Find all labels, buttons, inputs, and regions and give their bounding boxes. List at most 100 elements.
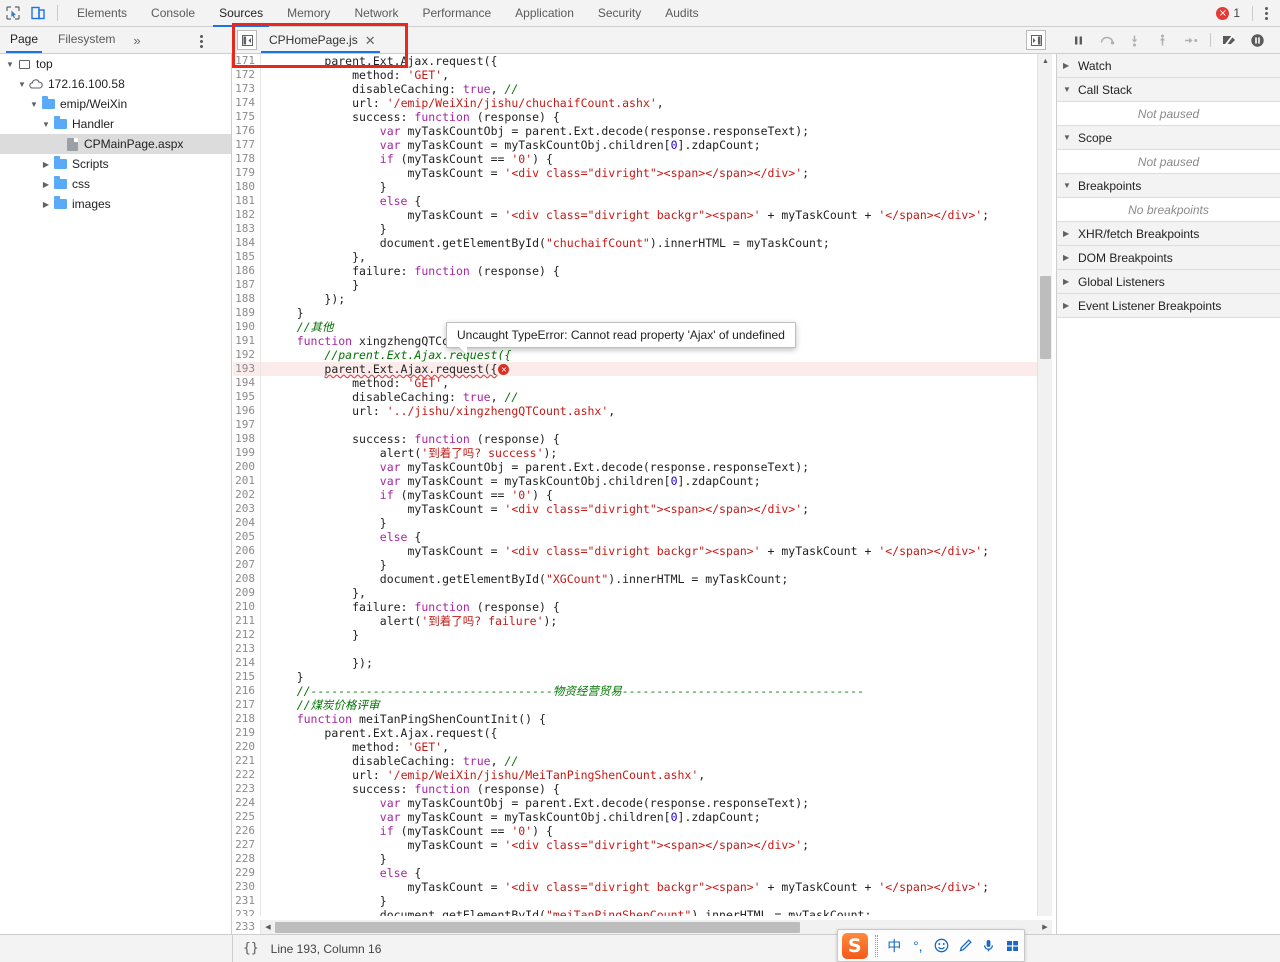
tree-item-top[interactable]: ▼ top: [0, 54, 231, 74]
ime-punctuation-button[interactable]: °,: [906, 930, 930, 961]
chevron-right-icon[interactable]: ▶: [40, 160, 52, 169]
line-number[interactable]: 220: [233, 740, 261, 754]
tree-item-handler[interactable]: ▼ Handler: [0, 114, 231, 134]
tab-audits[interactable]: Audits: [653, 0, 710, 27]
code-line[interactable]: 215 }: [233, 670, 1052, 684]
source-code-editor[interactable]: 171 parent.Ext.Ajax.request({172 method:…: [233, 54, 1052, 916]
line-number[interactable]: 212: [233, 628, 261, 642]
collapse-navigator-icon[interactable]: [237, 30, 257, 50]
device-toolbar-icon[interactable]: [26, 0, 52, 26]
chevron-right-icon[interactable]: ▶: [40, 180, 52, 189]
line-number[interactable]: 178: [233, 152, 261, 166]
code-line[interactable]: 208 document.getElementById("XGCount").i…: [233, 572, 1052, 586]
line-number[interactable]: 196: [233, 404, 261, 418]
tab-performance[interactable]: Performance: [410, 0, 503, 27]
code-line[interactable]: 199 alert('到着了吗? success');: [233, 446, 1052, 460]
deactivate-breakpoints-icon[interactable]: [1217, 28, 1243, 52]
code-line[interactable]: 211 alert('到着了吗? failure');: [233, 614, 1052, 628]
tree-item-emip-weixin[interactable]: ▼ emip/WeiXin: [0, 94, 231, 114]
section-dom-breakpoints[interactable]: ▶ DOM Breakpoints: [1057, 246, 1280, 270]
tab-application[interactable]: Application: [503, 0, 586, 27]
line-number[interactable]: 221: [233, 754, 261, 768]
code-line[interactable]: 203 myTaskCount = '<div class="divright"…: [233, 502, 1052, 516]
line-number[interactable]: 171: [233, 54, 261, 68]
pause-on-exceptions-icon[interactable]: [1245, 28, 1271, 52]
tab-console[interactable]: Console: [139, 0, 207, 27]
code-line[interactable]: 182 myTaskCount = '<div class="divright …: [233, 208, 1052, 222]
code-line[interactable]: 197: [233, 418, 1052, 432]
step-into-icon[interactable]: [1122, 28, 1148, 52]
line-number[interactable]: 185: [233, 250, 261, 264]
scroll-up-arrow-icon[interactable]: ▲: [1038, 54, 1053, 68]
line-number[interactable]: 209: [233, 586, 261, 600]
nav-tab-filesystem[interactable]: Filesystem: [48, 27, 125, 53]
code-line[interactable]: 178 if (myTaskCount == '0') {: [233, 152, 1052, 166]
line-number[interactable]: 232: [233, 908, 261, 916]
inspect-cursor-icon[interactable]: [0, 0, 26, 26]
ime-language-button[interactable]: 中: [882, 930, 906, 961]
tab-sources[interactable]: Sources: [207, 0, 275, 27]
line-number[interactable]: 197: [233, 418, 261, 432]
code-line[interactable]: 196 url: '../jishu/xingzhengQTCount.ashx…: [233, 404, 1052, 418]
line-number[interactable]: 176: [233, 124, 261, 138]
line-number[interactable]: 198: [233, 432, 261, 446]
expand-panel-icon[interactable]: [1026, 30, 1046, 50]
code-line[interactable]: 185 },: [233, 250, 1052, 264]
code-line[interactable]: 173 disableCaching: true, //: [233, 82, 1052, 96]
code-line[interactable]: 212 }: [233, 628, 1052, 642]
inline-error-icon[interactable]: ×: [498, 364, 510, 375]
code-line[interactable]: 216 //----------------------------------…: [233, 684, 1052, 698]
code-line[interactable]: 217 //煤炭价格评审: [233, 698, 1052, 712]
chevron-down-icon[interactable]: ▼: [4, 60, 16, 69]
line-number[interactable]: 199: [233, 446, 261, 460]
code-line[interactable]: 177 var myTaskCount = myTaskCountObj.chi…: [233, 138, 1052, 152]
code-line[interactable]: 187 }: [233, 278, 1052, 292]
code-line-error[interactable]: 193 parent.Ext.Ajax.request({×: [233, 362, 1052, 376]
chevron-down-icon[interactable]: ▼: [16, 80, 28, 89]
line-number[interactable]: 179: [233, 166, 261, 180]
line-number[interactable]: 173: [233, 82, 261, 96]
chevron-down-icon[interactable]: ▼: [40, 120, 52, 129]
chevron-down-icon[interactable]: ▼: [28, 100, 40, 109]
section-scope[interactable]: ▼ Scope: [1057, 126, 1280, 150]
sogou-logo-icon[interactable]: S: [838, 930, 871, 961]
line-number[interactable]: 223: [233, 782, 261, 796]
tree-item-cpmainpage-aspx[interactable]: CPMainPage.aspx: [0, 134, 231, 154]
code-line[interactable]: 174 url: '/emip/WeiXin/jishu/chuchaifCou…: [233, 96, 1052, 110]
step-icon[interactable]: [1178, 28, 1204, 52]
line-number[interactable]: 216: [233, 684, 261, 698]
code-line[interactable]: 189 }: [233, 306, 1052, 320]
code-line[interactable]: 225 var myTaskCount = myTaskCountObj.chi…: [233, 810, 1052, 824]
code-line[interactable]: 220 method: 'GET',: [233, 740, 1052, 754]
code-line[interactable]: 229 else {: [233, 866, 1052, 880]
code-line[interactable]: 176 var myTaskCountObj = parent.Ext.deco…: [233, 124, 1052, 138]
tab-memory[interactable]: Memory: [275, 0, 342, 27]
line-number[interactable]: 186: [233, 264, 261, 278]
line-number[interactable]: 175: [233, 110, 261, 124]
line-number[interactable]: 182: [233, 208, 261, 222]
chevron-right-icon[interactable]: ▶: [40, 200, 52, 209]
code-line[interactable]: 210 failure: function (response) {: [233, 600, 1052, 614]
code-line[interactable]: 227 myTaskCount = '<div class="divright"…: [233, 838, 1052, 852]
ime-toolbox-button[interactable]: [1000, 930, 1024, 961]
line-number[interactable]: 204: [233, 516, 261, 530]
code-line[interactable]: 192 //parent.Ext.Ajax.request({: [233, 348, 1052, 362]
pretty-print-icon[interactable]: {}: [243, 941, 259, 956]
navigator-file-tree[interactable]: ▼ top ▼ 172.16.100.58 ▼ emip/WeiXin ▼ Ha…: [0, 54, 232, 962]
line-number[interactable]: 214: [233, 656, 261, 670]
code-line[interactable]: 221 disableCaching: true, //: [233, 754, 1052, 768]
section-breakpoints[interactable]: ▼ Breakpoints: [1057, 174, 1280, 198]
code-line[interactable]: 202 if (myTaskCount == '0') {: [233, 488, 1052, 502]
code-line[interactable]: 179 myTaskCount = '<div class="divright"…: [233, 166, 1052, 180]
code-line[interactable]: 218 function meiTanPingShenCountInit() {: [233, 712, 1052, 726]
chevron-double-right-icon[interactable]: »: [125, 33, 148, 48]
line-number[interactable]: 187: [233, 278, 261, 292]
line-number[interactable]: 205: [233, 530, 261, 544]
navigator-kebab-menu-icon[interactable]: [194, 31, 209, 52]
code-line[interactable]: 183 }: [233, 222, 1052, 236]
line-number[interactable]: 228: [233, 852, 261, 866]
line-number[interactable]: 190: [233, 320, 261, 334]
line-number[interactable]: 225: [233, 810, 261, 824]
code-line[interactable]: 205 else {: [233, 530, 1052, 544]
code-line[interactable]: 219 parent.Ext.Ajax.request({: [233, 726, 1052, 740]
